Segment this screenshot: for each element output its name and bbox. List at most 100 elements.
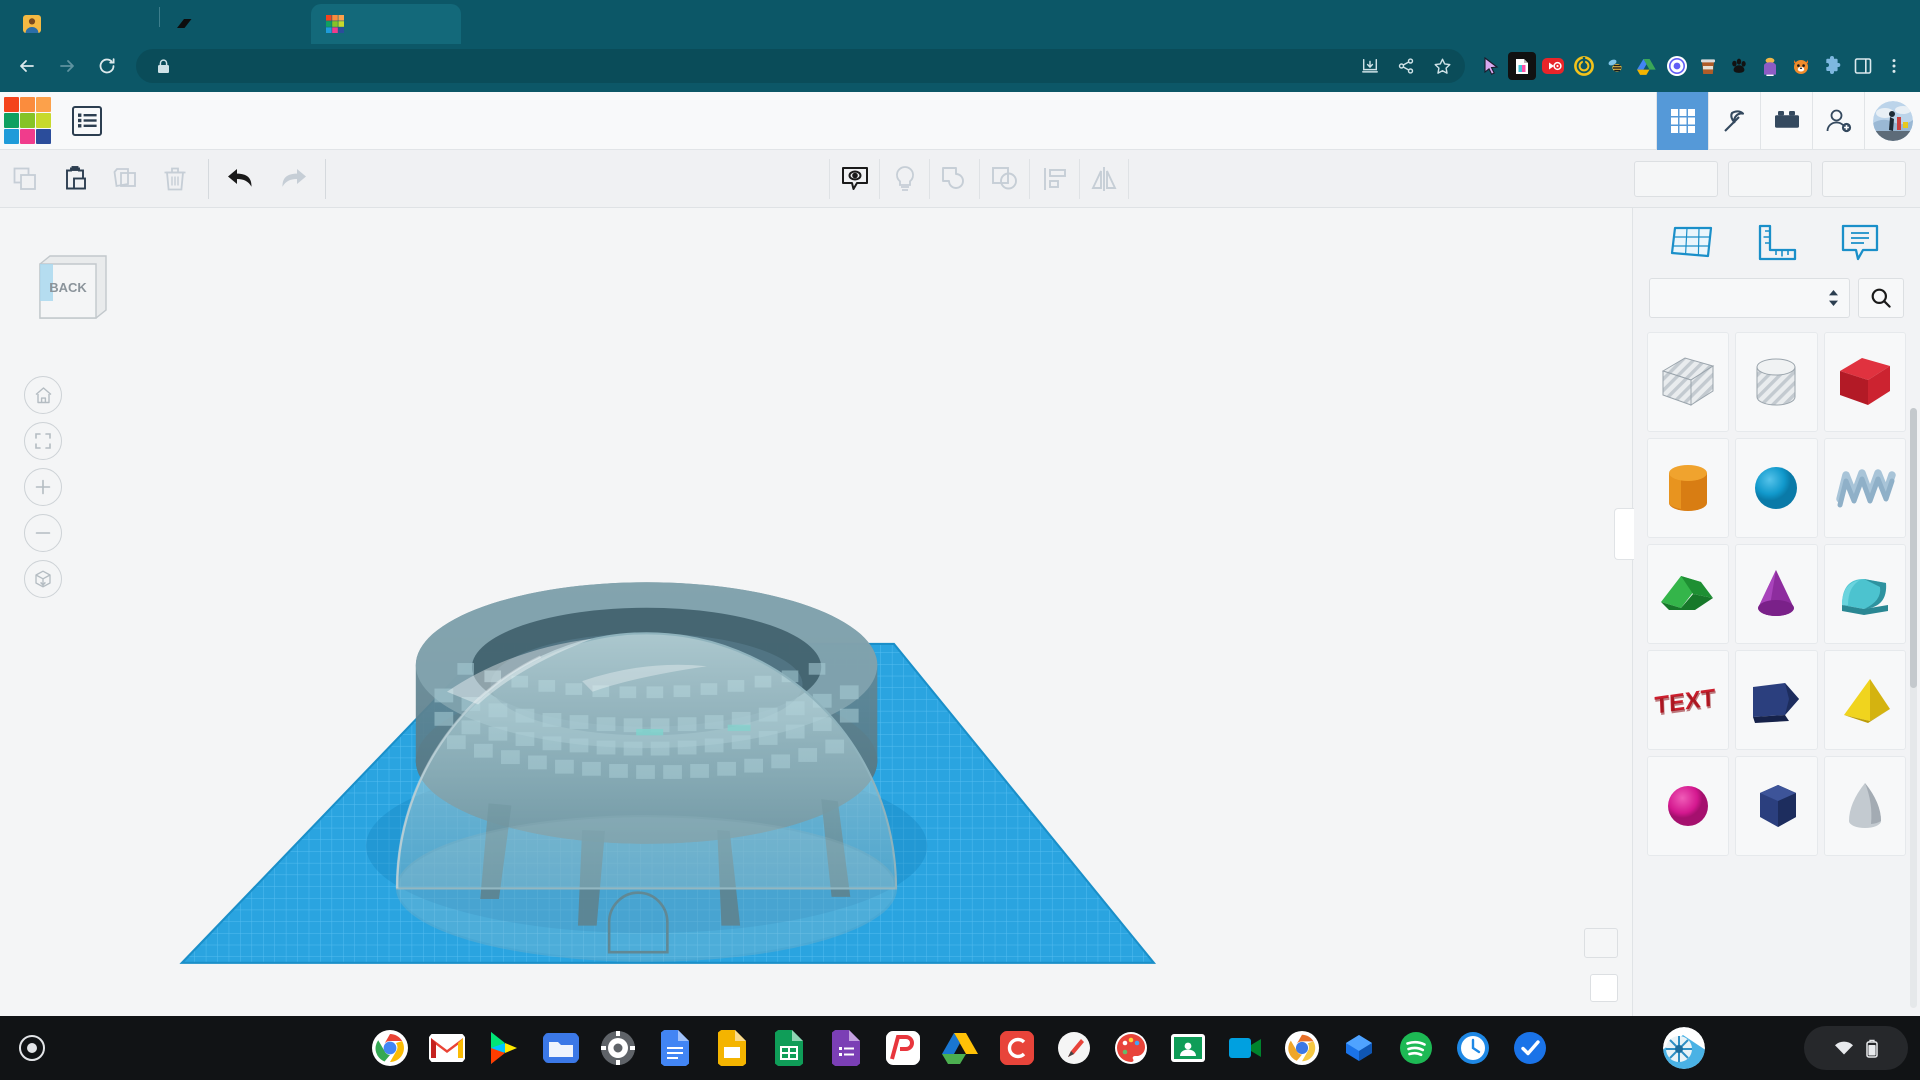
- forms-app[interactable]: [825, 1027, 867, 1069]
- back-button[interactable]: [10, 49, 44, 83]
- canvas-app[interactable]: [996, 1027, 1038, 1069]
- project-list-icon[interactable]: [72, 105, 102, 136]
- chrome-app[interactable]: [369, 1027, 411, 1069]
- coin-shield-icon[interactable]: [1570, 52, 1598, 80]
- home-view-button[interactable]: [24, 376, 62, 414]
- note-tool[interactable]: [1832, 217, 1888, 269]
- browser-tab-1[interactable]: [8, 4, 158, 44]
- panel-scrollbar-thumb[interactable]: [1910, 408, 1917, 688]
- paw-print-icon[interactable]: [1725, 52, 1753, 80]
- cylinder-hole-shape[interactable]: [1735, 332, 1818, 432]
- chromeos-launcher-icon[interactable]: [12, 1028, 52, 1068]
- lightbulb-hint-icon[interactable]: [879, 158, 929, 199]
- palette-app[interactable]: [1110, 1027, 1152, 1069]
- snap-grid-select[interactable]: [1590, 974, 1618, 1002]
- hexagon-prism-shape[interactable]: [1735, 756, 1818, 856]
- system-tray[interactable]: [1804, 1026, 1908, 1070]
- screencast-app[interactable]: [1338, 1027, 1380, 1069]
- maximize-icon[interactable]: [1832, 6, 1872, 36]
- reload-button[interactable]: [90, 49, 124, 83]
- docs-app[interactable]: [654, 1027, 696, 1069]
- cone-shape[interactable]: [1735, 544, 1818, 644]
- round-roof-shape[interactable]: [1823, 544, 1906, 644]
- collapse-panel-handle[interactable]: [1614, 508, 1634, 560]
- star-icon[interactable]: [1429, 53, 1455, 79]
- pixlr-app[interactable]: [882, 1027, 924, 1069]
- play-store-app[interactable]: [483, 1027, 525, 1069]
- paraboloid-shape[interactable]: [1823, 756, 1906, 856]
- tasks-app[interactable]: [1509, 1027, 1551, 1069]
- fox-mascot-icon[interactable]: [1787, 52, 1815, 80]
- scribble-shape[interactable]: [1823, 438, 1906, 538]
- ruler-tool[interactable]: [1748, 217, 1804, 269]
- redo-icon[interactable]: [267, 160, 317, 198]
- new-tab-button[interactable]: [469, 7, 503, 41]
- minimize-icon[interactable]: [1788, 6, 1828, 36]
- search-icon[interactable]: [1858, 278, 1904, 318]
- google-drive-icon[interactable]: [1632, 52, 1660, 80]
- lego-brick-icon[interactable]: [1760, 91, 1812, 150]
- close-icon[interactable]: [277, 13, 299, 35]
- group-icon[interactable]: [929, 158, 979, 199]
- shape-category-select[interactable]: [1649, 278, 1850, 318]
- minecraft-pickaxe-icon[interactable]: [1708, 91, 1760, 150]
- delete-icon[interactable]: [150, 160, 200, 198]
- orthographic-toggle-button[interactable]: [24, 560, 62, 598]
- chrome-canary-app[interactable]: [1281, 1027, 1323, 1069]
- wifi-icon[interactable]: [1834, 1040, 1854, 1056]
- extensions-puzzle-icon[interactable]: [1818, 52, 1846, 80]
- paste-icon[interactable]: [50, 160, 100, 198]
- battery-icon[interactable]: [1866, 1039, 1878, 1058]
- sphere-shape[interactable]: [1735, 438, 1818, 538]
- screen-recorder-icon[interactable]: [1539, 52, 1567, 80]
- mirror-icon[interactable]: [1079, 158, 1129, 199]
- close-window-icon[interactable]: [1876, 6, 1916, 36]
- drive-app[interactable]: [939, 1027, 981, 1069]
- zoom-out-button[interactable]: [24, 514, 62, 552]
- meet-app[interactable]: [1224, 1027, 1266, 1069]
- purple-person-icon[interactable]: [1756, 52, 1784, 80]
- gmail-app[interactable]: [426, 1027, 468, 1069]
- fit-view-button[interactable]: [24, 422, 62, 460]
- 3d-canvas[interactable]: BACK: [0, 208, 1632, 1016]
- current-window-preview[interactable]: [1663, 1027, 1705, 1069]
- chevron-down-icon[interactable]: [1744, 6, 1784, 36]
- cylinder-shape[interactable]: [1647, 438, 1730, 538]
- tinkercad-logo[interactable]: [4, 96, 52, 145]
- pyramid-shape[interactable]: [1823, 650, 1906, 750]
- paint-app[interactable]: [1053, 1027, 1095, 1069]
- spotify-app[interactable]: [1395, 1027, 1437, 1069]
- slides-app[interactable]: [711, 1027, 753, 1069]
- sidepanel-icon[interactable]: [1849, 52, 1877, 80]
- grammarly-bee-icon[interactable]: [1601, 52, 1629, 80]
- share-icon[interactable]: [1393, 53, 1419, 79]
- files-app[interactable]: [540, 1027, 582, 1069]
- loom-record-icon[interactable]: [1663, 52, 1691, 80]
- roof-wedge-shape[interactable]: [1647, 544, 1730, 644]
- avatar[interactable]: [1864, 91, 1920, 150]
- settings-app[interactable]: [597, 1027, 639, 1069]
- install-app-icon[interactable]: [1357, 53, 1383, 79]
- undo-icon[interactable]: [217, 160, 267, 198]
- polygon-shape[interactable]: [1735, 650, 1818, 750]
- zoom-in-button[interactable]: [24, 468, 62, 506]
- box-shape[interactable]: [1823, 332, 1906, 432]
- address-bar[interactable]: [136, 49, 1465, 83]
- text-shape[interactable]: TEXT TEXT: [1647, 650, 1730, 750]
- duplicate-icon[interactable]: [100, 160, 150, 198]
- note-visibility-icon[interactable]: [829, 158, 879, 199]
- chrome-menu-icon[interactable]: [1880, 52, 1908, 80]
- export-button[interactable]: [1728, 160, 1812, 197]
- view-cube[interactable]: BACK: [32, 250, 112, 326]
- browser-tab-3[interactable]: [311, 4, 461, 44]
- invite-person-icon[interactable]: [1812, 91, 1864, 150]
- ungroup-icon[interactable]: [979, 158, 1029, 199]
- classroom-app[interactable]: [1167, 1027, 1209, 1069]
- cursor-pointer-icon[interactable]: [1477, 52, 1505, 80]
- send-to-button[interactable]: [1822, 160, 1906, 197]
- clock-app[interactable]: [1452, 1027, 1494, 1069]
- coffee-cup-icon[interactable]: [1694, 52, 1722, 80]
- sphere-magenta-shape[interactable]: [1647, 756, 1730, 856]
- close-icon[interactable]: [427, 13, 449, 35]
- import-button[interactable]: [1634, 160, 1718, 197]
